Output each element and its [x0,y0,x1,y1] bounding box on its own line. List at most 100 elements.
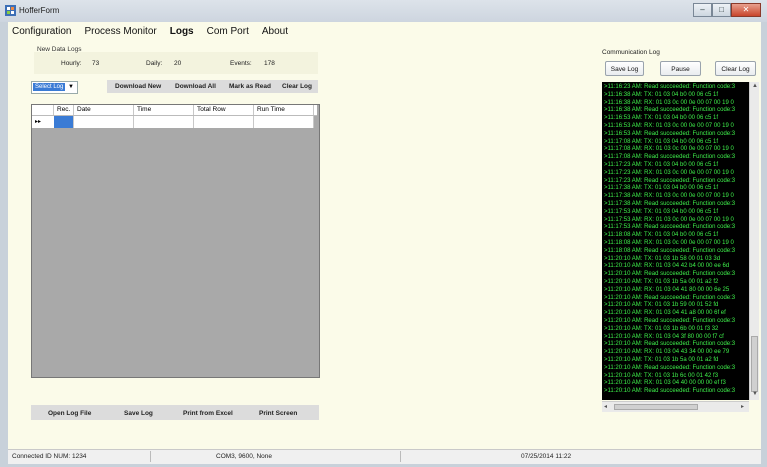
comm-log-line: >11:17:38 AM: Read succeeded: Function c… [604,201,736,207]
row-cell-time[interactable] [134,116,194,128]
comm-log-line: >11:20:10 AM: TX: 01 03 1b 6c 00 01 42 f… [604,372,719,379]
comm-log-line: >11:18:08 AM: RX: 01 03 0c 00 0e 00 07 0… [604,240,734,246]
comm-log-line: >11:16:53 AM: TX: 01 03 04 b0 00 06 c5 1… [604,115,719,122]
comm-log-line: >11:20:10 AM: Read succeeded: Function c… [604,318,736,324]
open-log-file-button[interactable]: Open Log File [48,410,91,417]
comm-log-line: >11:20:10 AM: TX: 01 03 1b 6b 00 01 f3 3… [604,325,719,332]
comm-log-line: >11:17:53 AM: Read succeeded: Function c… [604,224,736,231]
comm-log-line: >11:20:10 AM: TX: 01 03 1b 58 00 01 03 3… [604,255,721,262]
col-rec[interactable]: Rec. [54,105,74,115]
row-marker: ▸▸ [35,119,42,125]
status-bar [8,449,761,464]
comm-log-line: >11:17:53 AM: RX: 01 03 0c 00 0e 00 07 0… [604,216,734,223]
comm-log-line: >11:17:53 AM: TX: 01 03 04 b0 00 06 c5 1… [604,208,719,215]
events-value: 178 [264,60,275,67]
grid-header: Rec. Date Time Total Row Run Time [32,105,317,116]
menu-bar: Configuration Process Monitor Logs Com P… [12,26,288,42]
minimize-icon[interactable]: – [693,3,712,17]
comm-log-line: >11:16:38 AM: TX: 01 03 04 b0 00 06 c5 1… [604,91,719,98]
status-datetime: 07/25/2014 11:22 [521,453,572,460]
download-all-button[interactable]: Download All [175,83,216,90]
menu-about[interactable]: About [262,26,288,42]
comm-log-line: >11:20:10 AM: Read succeeded: Function c… [604,294,736,301]
console-vscrollbar[interactable]: ▲ ▼ [749,82,759,400]
row-cell-run[interactable] [254,116,314,128]
hourly-value: 73 [92,60,100,67]
comm-log-line: >11:20:10 AM: TX: 01 03 1b 5a 00 01 a2 f… [604,357,719,363]
status-separator [150,451,151,462]
status-separator [400,451,401,462]
select-log-value: Select Log [33,83,66,91]
window-title: HofferForm [19,6,60,15]
grid-corner [32,105,54,115]
daily-label: Daily: [146,60,163,67]
save-log-button[interactable]: Save Log [124,410,153,417]
comm-log-line: >11:17:23 AM: Read succeeded: Function c… [604,177,736,184]
comm-log-line: >11:20:10 AM: Read succeeded: Function c… [604,388,736,395]
comm-log-line: >11:17:23 AM: RX: 01 03 0c 00 0e 00 07 0… [604,169,734,176]
comm-log-line: >11:20:10 AM: TX: 01 03 1b 59 00 01 52 f… [604,302,719,309]
app-icon [5,5,16,16]
scroll-right-icon[interactable]: ▸ [741,403,744,410]
comm-log-line: >11:18:08 AM: TX: 01 03 04 b0 00 06 c5 1… [604,232,719,239]
comm-log-line: >11:20:10 AM: RX: 01 03 04 42 b4 00 00 e… [604,263,730,270]
daily-value: 20 [174,60,182,67]
comm-log-line: >11:20:10 AM: Read succeeded: Function c… [604,271,736,278]
clear-log-button[interactable]: Clear Log [282,83,312,90]
log-grid[interactable] [31,104,320,378]
status-port: COM3, 9600, None [216,453,273,460]
print-screen-button[interactable]: Print Screen [259,410,297,417]
title-bar [0,0,767,23]
comm-log-line: >11:16:23 AM: Read succeeded: Function c… [604,84,736,90]
mark-as-read-button[interactable]: Mark as Read [229,83,271,90]
comm-save-log-button[interactable]: Save Log [605,61,644,76]
comm-log-line: >11:17:08 AM: Read succeeded: Function c… [604,154,736,161]
comm-log-line: >11:20:10 AM: RX: 01 03 04 40 00 00 00 e… [604,380,726,387]
status-connected: Connected ID NUM: 1234 [12,453,87,460]
comm-pause-button[interactable]: Pause [660,61,701,76]
comm-clear-log-button[interactable]: Clear Log [715,61,756,76]
table-row[interactable]: ▸▸ [32,116,314,128]
comm-log-line: >11:20:10 AM: TX: 01 03 1b 5a 00 01 a2 f… [604,279,719,285]
comm-log-title: Communication Log [602,49,660,56]
scroll-down-icon[interactable]: ▼ [752,391,758,397]
col-time[interactable]: Time [134,105,194,115]
comm-log-line: >11:20:10 AM: Read succeeded: Function c… [604,364,736,371]
comm-log-line: >11:20:10 AM: RX: 01 03 04 3f 80 00 00 f… [604,333,724,340]
row-cell-total[interactable] [194,116,254,128]
download-new-button[interactable]: Download New [115,83,161,90]
col-total-row[interactable]: Total Row [194,105,254,115]
menu-process-monitor[interactable]: Process Monitor [84,26,156,42]
comm-log-line: >11:20:10 AM: Read succeeded: Function c… [604,341,736,348]
row-cell-date[interactable] [74,116,134,128]
comm-log-console[interactable]: >11:16:23 AM: Read succeeded: Function c… [602,82,749,400]
print-from-excel-button[interactable]: Print from Excel [183,410,233,417]
menu-configuration[interactable]: Configuration [12,26,71,42]
comm-log-line: >11:16:53 AM: RX: 01 03 0c 00 0e 00 07 0… [604,123,734,129]
scroll-up-icon[interactable]: ▲ [752,83,758,89]
comm-log-line: >11:18:08 AM: Read succeeded: Function c… [604,247,736,254]
menu-com-port[interactable]: Com Port [207,26,249,42]
comm-log-line: >11:16:53 AM: Read succeeded: Function c… [604,130,736,137]
console-hscroll-thumb[interactable] [614,404,698,410]
console-vscroll-thumb[interactable] [751,336,758,392]
comm-log-line: >11:17:23 AM: TX: 01 03 04 b0 00 06 c5 1… [604,162,719,168]
comm-log-line: >11:17:08 AM: TX: 01 03 04 b0 00 06 c5 1… [604,138,719,145]
comm-log-line: >11:20:10 AM: RX: 01 03 04 43 34 00 00 e… [604,349,730,356]
col-run-time[interactable]: Run Time [254,105,314,115]
window-controls: – □ ✕ [693,3,761,17]
scroll-left-icon[interactable]: ◂ [604,403,607,410]
events-label: Events: [230,60,252,67]
window-border-left [0,22,8,467]
col-date[interactable]: Date [74,105,134,115]
maximize-icon[interactable]: □ [712,3,731,17]
console-hscrollbar[interactable]: ◂ ▸ [602,401,749,412]
hourly-label: Hourly: [61,60,82,67]
comm-log-line: >11:17:38 AM: RX: 01 03 0c 00 0e 00 07 0… [604,193,734,200]
row-cell-rec[interactable] [54,116,74,128]
new-data-logs-title: New Data Logs [37,46,82,53]
comm-log-line: >11:17:08 AM: RX: 01 03 0c 00 0e 00 07 0… [604,146,734,153]
select-log-dropdown[interactable]: Select Log ▼ [31,81,78,94]
menu-logs[interactable]: Logs [170,26,194,42]
close-icon[interactable]: ✕ [731,3,761,17]
